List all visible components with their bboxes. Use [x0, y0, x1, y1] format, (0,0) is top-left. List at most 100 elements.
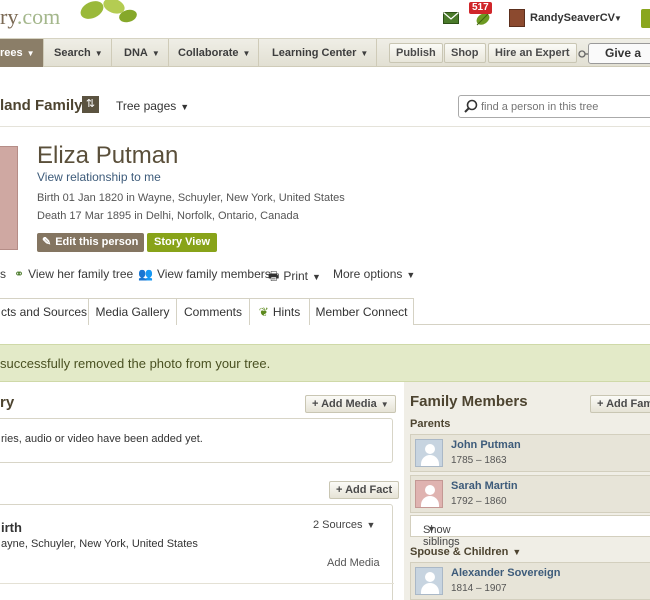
nav-label: Learning Center	[272, 47, 357, 59]
nav-dna[interactable]: DNA ▼	[116, 39, 169, 67]
nav-label: rees	[0, 47, 23, 59]
sources-menu[interactable]: 2 Sources ▼	[313, 519, 375, 531]
print-menu[interactable]: 🖶 Print ▼	[268, 267, 321, 288]
tab-hints-label: Hints	[272, 305, 301, 319]
tree-switch-icon[interactable]: ⇅	[82, 96, 99, 113]
nav-search[interactable]: Search ▼	[46, 39, 112, 67]
tree-name[interactable]: land Family	[0, 97, 83, 114]
person-tabs: cts and Sources Media Gallery Comments ❦…	[0, 298, 650, 325]
male-silhouette-icon	[415, 439, 443, 467]
top-header: ry.com 517 RandySeaverCV ▼	[0, 0, 650, 38]
notice-text: successfully removed the photo from your…	[0, 356, 271, 371]
birth-fact-place: ayne, Schuyler, New York, United States	[1, 538, 198, 550]
family-member-name[interactable]: John Putman	[451, 439, 521, 451]
nav-learning-center[interactable]: Learning Center ▼	[264, 39, 378, 67]
people-icon: 👥	[138, 267, 153, 281]
notification-badge[interactable]: 517	[469, 2, 492, 14]
print-label: Print	[283, 269, 309, 283]
logo-suffix: .com	[16, 4, 61, 29]
site-logo[interactable]: ry.com	[0, 4, 60, 30]
facts-card: irth ayne, Schuyler, New York, United St…	[0, 504, 394, 600]
chevron-down-icon: ▼	[180, 102, 190, 112]
add-media-label: + Add Media	[312, 398, 377, 410]
birth-summary: Birth 01 Jan 1820 in Wayne, Schuyler, Ne…	[37, 192, 345, 204]
chevron-down-icon: ▼	[312, 272, 321, 282]
family-member-name[interactable]: Sarah Martin	[451, 480, 518, 492]
parents-label: Parents	[410, 418, 451, 430]
more-options-label: More options	[333, 267, 403, 281]
tab-member-connect[interactable]: Member Connect	[309, 298, 414, 325]
chevron-down-icon: ▼	[151, 49, 160, 58]
corner-button[interactable]	[641, 9, 650, 28]
spouse-children-label: Spouse & Children	[410, 546, 509, 558]
family-tree-icon: ⚭	[14, 267, 25, 281]
person-actions: s ⚭ View her family tree 👥 View family mem…	[0, 265, 650, 283]
person-photo[interactable]	[0, 146, 18, 250]
chevron-down-icon: ▼	[94, 49, 103, 58]
media-card: ries, audio or video have been added yet…	[0, 418, 393, 463]
view-relationship-link[interactable]: View relationship to me	[37, 170, 161, 184]
chevron-down-icon: ▼	[26, 49, 35, 58]
spouse-children-toggle[interactable]: Spouse & Children ▼	[410, 546, 521, 558]
story-view-button[interactable]: Story View	[147, 233, 218, 252]
nav-label: Search	[54, 47, 91, 59]
death-summary: Death 17 Mar 1895 in Delhi, Norfolk, Ont…	[37, 210, 299, 222]
view-family-members-link[interactable]: 👥 View family members	[138, 267, 271, 281]
chevron-down-icon[interactable]: ▼	[614, 14, 622, 23]
pencil-icon: ✎	[42, 236, 52, 248]
family-member-dates: 1814 – 1907	[451, 583, 507, 594]
chevron-down-icon: ▼	[360, 49, 369, 58]
more-options-menu[interactable]: More options ▼	[333, 267, 415, 281]
give-button[interactable]: Give a	[588, 43, 650, 64]
family-member-card[interactable]: Alexander Sovereign 1814 – 1907	[410, 562, 650, 600]
chevron-down-icon: ▼	[242, 49, 251, 58]
family-member-dates: 1785 – 1863	[451, 455, 507, 466]
family-members-panel: Family Members + Add Fam Parents John Pu…	[404, 382, 650, 600]
view-family-members-label: View family members	[156, 267, 271, 281]
find-person-input[interactable]	[481, 98, 650, 115]
left-column: ry + Add Media ▼ ries, audio or video hav…	[0, 382, 400, 600]
add-media-link[interactable]: Add Media	[327, 557, 380, 569]
tab-media-gallery[interactable]: Media Gallery	[88, 298, 177, 325]
tab-hints[interactable]: ❦ Hints	[249, 298, 310, 325]
family-member-card[interactable]: John Putman 1785 – 1863	[410, 434, 650, 472]
add-media-button[interactable]: + Add Media ▼	[305, 395, 396, 413]
family-member-name[interactable]: Alexander Sovereign	[451, 567, 560, 579]
view-family-tree-label: View her family tree	[28, 267, 134, 281]
success-notice: successfully removed the photo from your…	[0, 344, 650, 382]
media-section-title: ry	[0, 394, 15, 411]
shop-button[interactable]: Shop	[444, 43, 486, 63]
avatar[interactable]	[509, 9, 525, 27]
chevron-down-icon: ▼	[512, 547, 522, 557]
tab-facts-sources[interactable]: cts and Sources	[0, 298, 89, 325]
action-truncated[interactable]: s	[0, 267, 6, 281]
chevron-down-icon: ▼	[406, 270, 416, 280]
hire-expert-button[interactable]: Hire an Expert	[488, 43, 577, 63]
publish-button[interactable]: Publish	[389, 43, 443, 63]
female-silhouette-icon	[415, 480, 443, 508]
show-siblings-toggle[interactable]: Show siblings ▼	[410, 515, 650, 548]
family-members-title: Family Members	[410, 393, 528, 410]
add-family-button[interactable]: + Add Fam	[590, 395, 650, 413]
tree-pages-label: Tree pages	[116, 99, 177, 113]
nav-label: Collaborate	[178, 47, 239, 59]
chevron-down-icon: ▼	[380, 400, 389, 409]
tab-comments[interactable]: Comments	[176, 298, 250, 325]
username[interactable]: RandySeaverCV	[530, 12, 615, 24]
nav-collaborate[interactable]: Collaborate ▼	[170, 39, 260, 67]
find-person-box	[458, 95, 650, 118]
family-member-card[interactable]: Sarah Martin 1792 – 1860	[410, 475, 650, 513]
view-family-tree-link[interactable]: ⚭ View her family tree	[14, 267, 133, 281]
search-icon	[464, 99, 478, 113]
logo-leaf-icon	[80, 0, 137, 23]
hint-leaf-icon: ❦	[258, 305, 269, 319]
printer-icon: 🖶	[268, 269, 280, 283]
edit-person-button[interactable]: ✎ Edit this person	[37, 233, 145, 252]
chevron-down-icon: ▼	[427, 524, 436, 534]
chevron-down-icon: ▼	[366, 520, 376, 530]
tree-pages-menu[interactable]: Tree pages ▼	[116, 99, 189, 113]
mail-icon[interactable]	[443, 12, 459, 24]
add-fact-button[interactable]: + Add Fact	[329, 481, 400, 499]
divider	[0, 583, 394, 584]
nav-trees[interactable]: rees ▼	[0, 39, 44, 67]
